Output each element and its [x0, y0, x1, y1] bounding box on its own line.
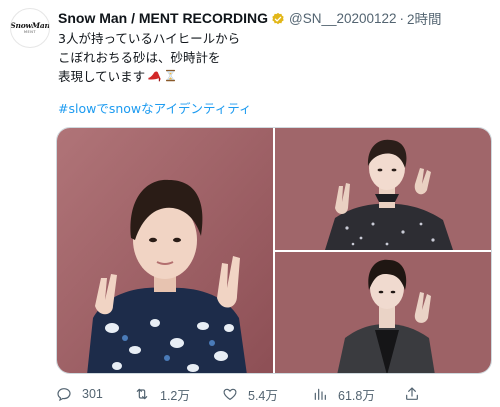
author-name[interactable]: Snow Man / MENT RECORDING	[58, 10, 268, 26]
views-button[interactable]: 61.8万	[312, 384, 375, 404]
share-button[interactable]	[404, 384, 420, 404]
avatar-logo-sub: MENT	[24, 29, 36, 34]
media-grid	[56, 127, 492, 374]
photo-3[interactable]	[275, 252, 491, 373]
bar-chart-icon	[314, 388, 326, 400]
reply-count: 301	[82, 387, 103, 401]
views-count: 61.8万	[338, 388, 375, 403]
avatar-logo-text: SnowMan	[10, 21, 50, 30]
separator-dot: ·	[399, 10, 405, 26]
like-button[interactable]: 5.4万	[222, 384, 278, 404]
tweet-text-line: こぼれおちる砂は、砂時計を	[58, 50, 221, 65]
hashtag-link[interactable]: #slowでsnowなアイデンティティ	[58, 98, 252, 117]
heart-icon	[223, 388, 237, 400]
retweet-icon	[136, 388, 148, 400]
tweet-header: Snow Man / MENT RECORDING @SN__20200122 …	[58, 8, 442, 28]
hourglass-icon	[164, 68, 177, 88]
share-icon	[406, 387, 418, 400]
avatar[interactable]: SnowMan MENT	[10, 8, 50, 48]
retweet-button[interactable]: 1.2万	[134, 384, 190, 404]
tweet-timestamp[interactable]: 2時間	[407, 8, 442, 28]
reply-icon	[57, 388, 71, 402]
retweet-count: 1.2万	[160, 388, 190, 403]
verified-badge-icon	[271, 11, 285, 25]
like-count: 5.4万	[248, 388, 278, 403]
high-heel-icon	[147, 68, 162, 88]
tweet-text-line: 3人が持っているハイヒールから	[58, 31, 241, 46]
reply-button[interactable]: 301	[56, 384, 103, 404]
photo-1[interactable]	[57, 128, 273, 373]
tweet-text-segment: 表現しています	[58, 69, 146, 84]
photo-2[interactable]	[275, 128, 491, 250]
author-handle[interactable]: @SN__20200122	[289, 11, 397, 26]
tweet-text-line: 表現しています	[58, 67, 240, 88]
tweet-text: 3人が持っているハイヒールから こぼれおちる砂は、砂時計を 表現しています	[58, 29, 240, 88]
action-bar: 301 1.2万 5.4万 61.8万	[56, 384, 492, 404]
